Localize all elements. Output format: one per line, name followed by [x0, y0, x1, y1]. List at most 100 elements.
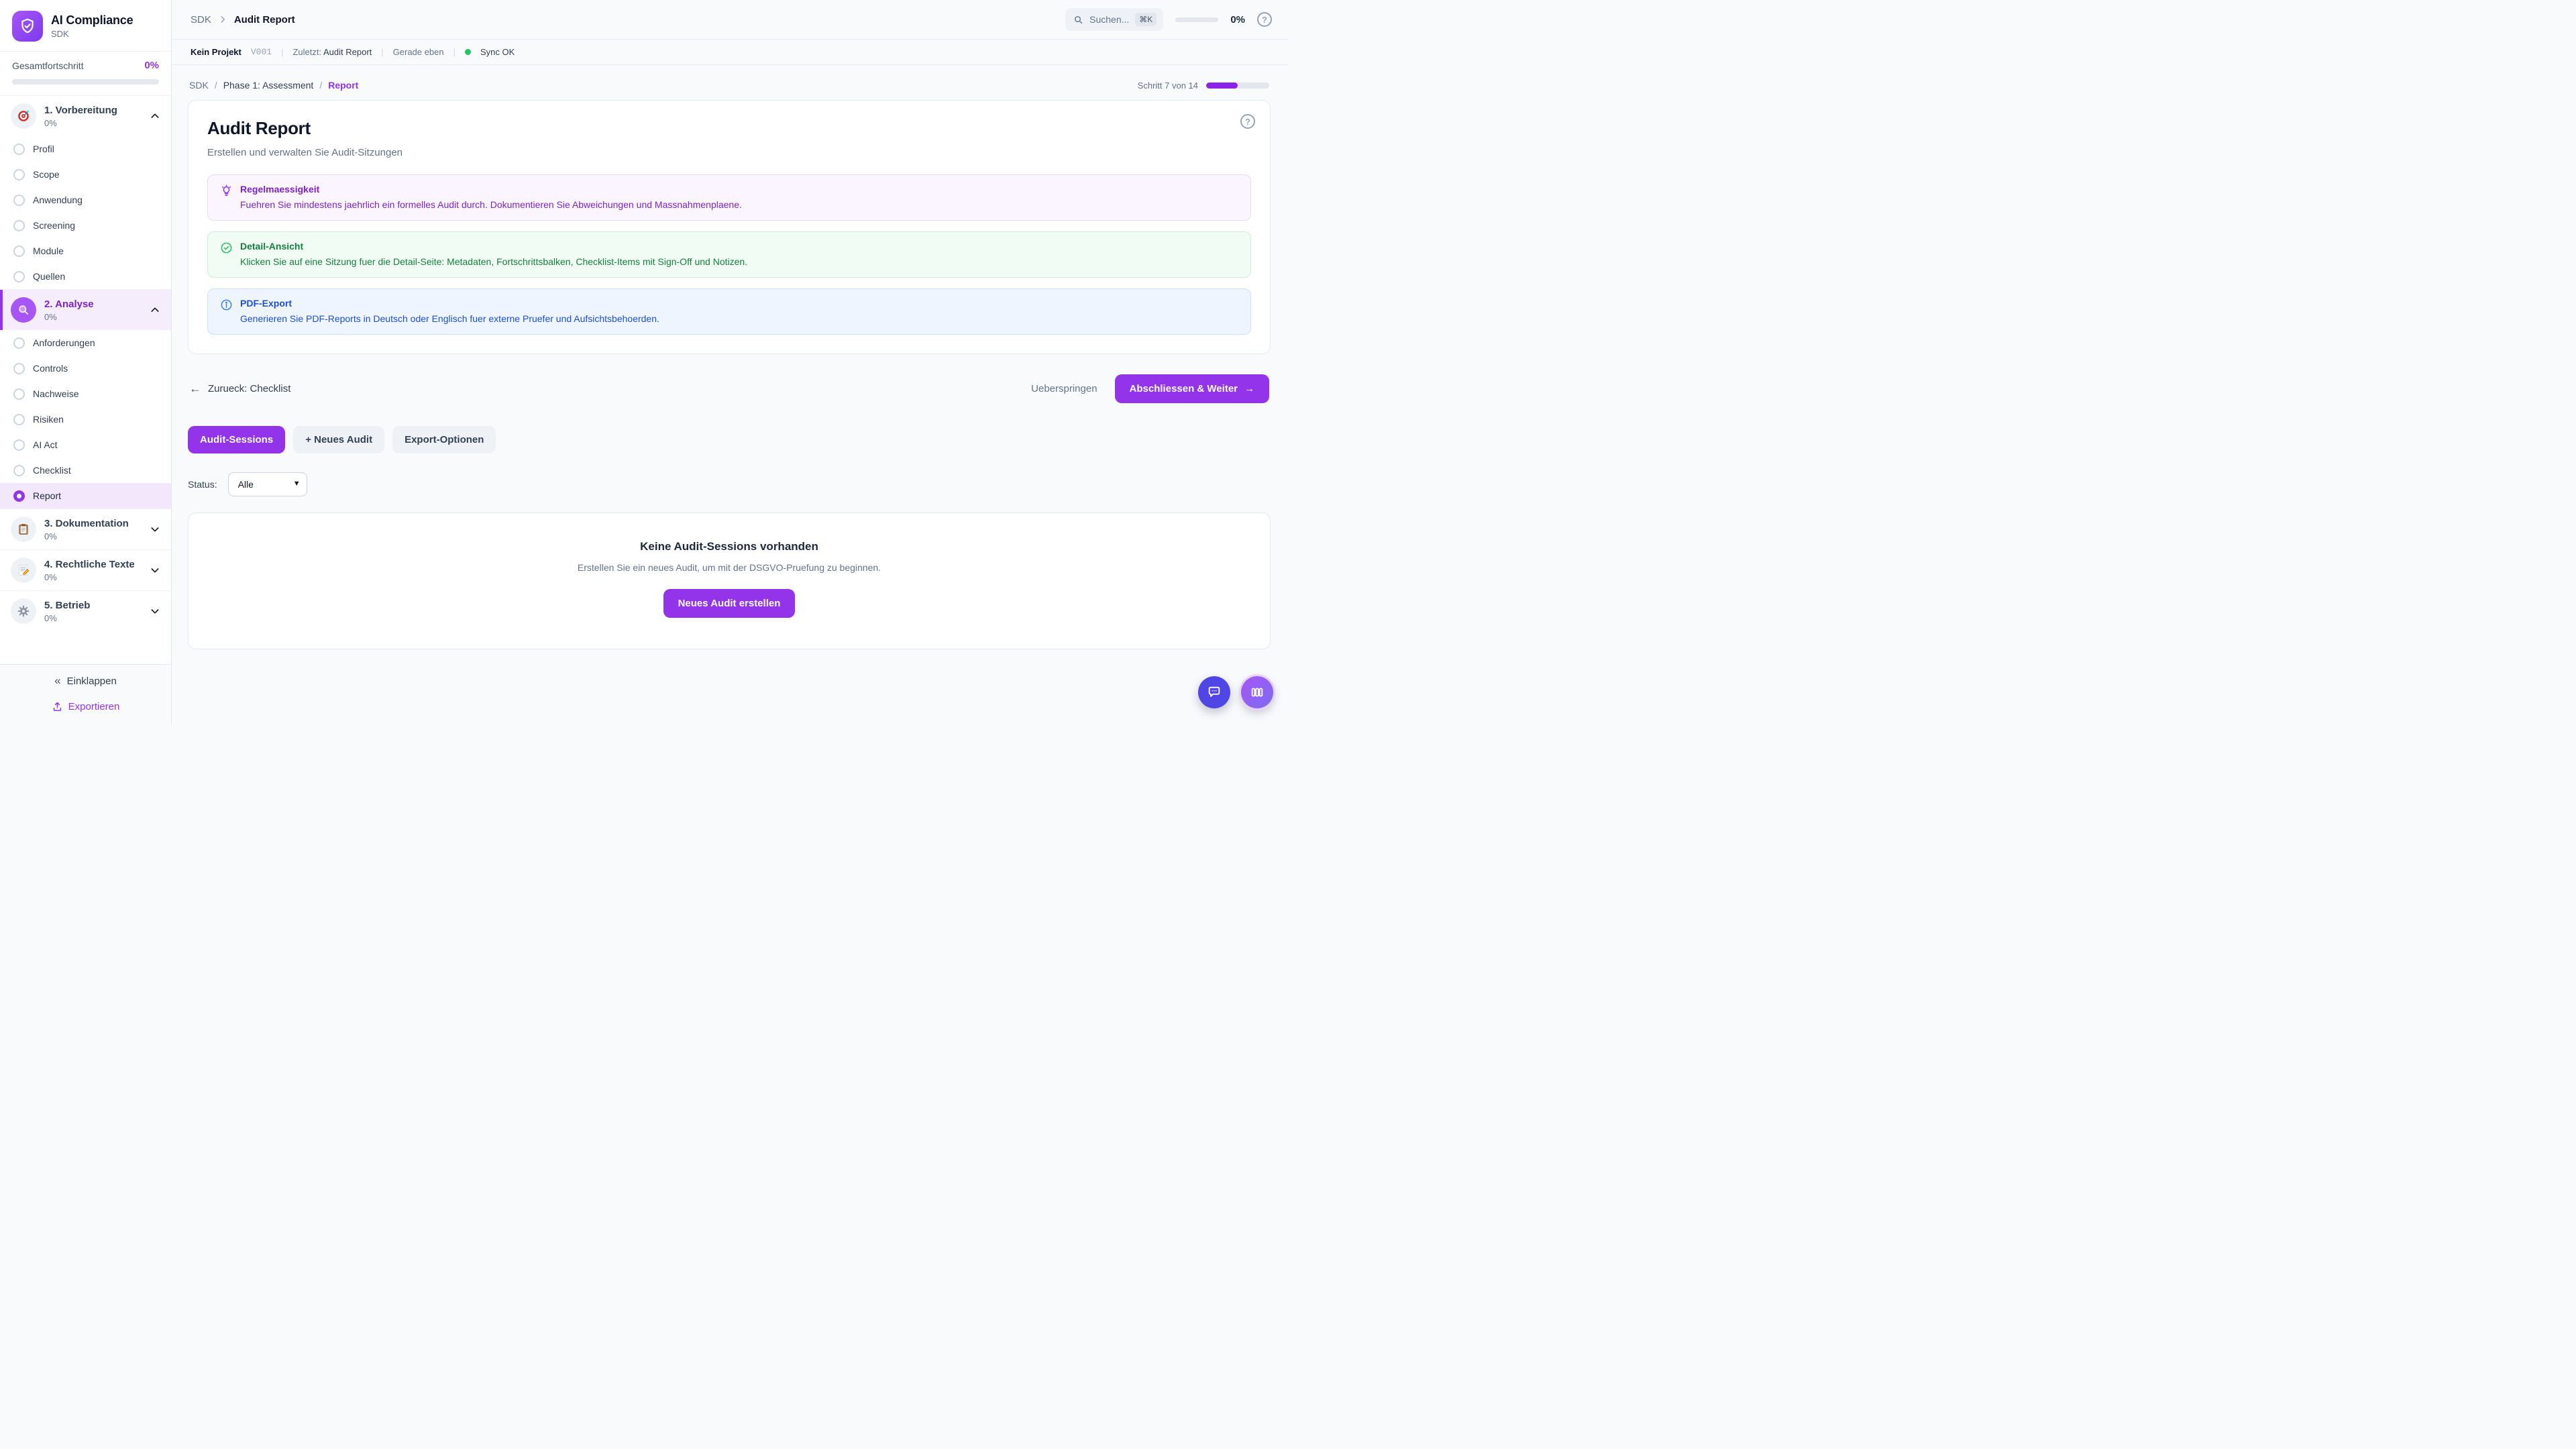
- export-button[interactable]: Exportieren: [0, 701, 171, 712]
- sidebar-item-label: Anforderungen: [33, 337, 95, 348]
- tip-title: PDF-Export: [240, 298, 659, 309]
- help-icon[interactable]: ?: [1257, 12, 1272, 27]
- sidebar-item-label: Module: [33, 246, 64, 256]
- phase-percent: 0%: [44, 118, 142, 128]
- tab-audit-sessions[interactable]: Audit-Sessions: [188, 426, 285, 453]
- panels-fab-button[interactable]: [1241, 676, 1273, 708]
- page-breadcrumb: SDK / Phase 1: Assessment / Report: [189, 80, 358, 91]
- topbar-breadcrumb: SDK Audit Report: [191, 14, 295, 25]
- page-subtitle: Erstellen und verwalten Sie Audit-Sitzun…: [207, 147, 1251, 158]
- phase-betrieb: 5. Betrieb 0%: [0, 590, 171, 631]
- sidebar-item-risiken[interactable]: Risiken: [0, 407, 171, 432]
- sidebar-nav: 1. Vorbereitung 0% Profil Scope Anwendun…: [0, 95, 171, 664]
- magnifier-icon: [11, 297, 36, 323]
- tip-text: Fuehren Sie mindestens jaehrlich ein for…: [240, 199, 742, 210]
- phase-header-betrieb[interactable]: 5. Betrieb 0%: [0, 591, 171, 631]
- step-label: Schritt 7 von 14: [1138, 80, 1198, 91]
- phase-header-dokumentation[interactable]: 3. Dokumentation 0%: [0, 509, 171, 549]
- sidebar-item-label: Quellen: [33, 271, 65, 282]
- memo-icon: [11, 557, 36, 583]
- sidebar-item-anwendung[interactable]: Anwendung: [0, 187, 171, 213]
- check-circle-icon: [220, 241, 233, 267]
- sidebar-item-label: AI Act: [33, 439, 58, 450]
- phase-header-analyse[interactable]: 2. Analyse 0%: [0, 290, 171, 330]
- chevron-up-icon: [150, 305, 160, 315]
- topbar-progress-bar: [1175, 17, 1218, 22]
- search-input[interactable]: Suchen... ⌘K: [1065, 8, 1163, 31]
- collapse-sidebar-button[interactable]: « Einklappen: [54, 674, 117, 688]
- status-filter: Status: Alle ▼: [188, 472, 1271, 496]
- topbar: SDK Audit Report Suchen... ⌘K 0% ?: [172, 0, 1288, 40]
- phase-rechtliche-texte: 4. Rechtliche Texte 0%: [0, 549, 171, 590]
- phase-dokumentation: 3. Dokumentation 0%: [0, 508, 171, 549]
- create-audit-label: Neues Audit erstellen: [678, 598, 781, 609]
- tip-pdf-export: PDF-Export Generieren Sie PDF-Reports in…: [207, 288, 1251, 335]
- arrow-left-icon: ←: [189, 382, 201, 396]
- radio-icon: [13, 388, 25, 400]
- tip-text: Generieren Sie PDF-Reports in Deutsch od…: [240, 313, 659, 324]
- version-badge: V001: [251, 47, 272, 57]
- breadcrumb-phase[interactable]: Phase 1: Assessment: [223, 80, 314, 91]
- radio-icon: [13, 220, 25, 231]
- overall-progress-percent: 0%: [144, 60, 159, 71]
- tab-export-optionen[interactable]: Export-Optionen: [392, 426, 496, 453]
- tip-title: Detail-Ansicht: [240, 241, 747, 252]
- create-audit-button[interactable]: Neues Audit erstellen: [663, 589, 796, 618]
- sidebar-item-anforderungen[interactable]: Anforderungen: [0, 330, 171, 356]
- breadcrumb-report: Report: [328, 80, 358, 91]
- sidebar-item-checklist[interactable]: Checklist: [0, 458, 171, 483]
- empty-state-panel: Keine Audit-Sessions vorhanden Erstellen…: [188, 513, 1271, 649]
- sidebar-item-profil[interactable]: Profil: [0, 136, 171, 162]
- sidebar-item-controls[interactable]: Controls: [0, 356, 171, 381]
- radio-icon: [13, 439, 25, 451]
- skip-button[interactable]: Ueberspringen: [1031, 383, 1097, 394]
- audit-report-card: ? Audit Report Erstellen und verwalten S…: [188, 100, 1271, 354]
- phase-header-vorbereitung[interactable]: 1. Vorbereitung 0%: [0, 96, 171, 136]
- sidebar-item-ai-act[interactable]: AI Act: [0, 432, 171, 458]
- phase-title: 2. Analyse: [44, 299, 94, 310]
- divider: |: [453, 47, 455, 57]
- radio-icon: [13, 169, 25, 180]
- card-help-icon[interactable]: ?: [1240, 114, 1255, 129]
- sidebar-item-label: Controls: [33, 363, 68, 374]
- status-bar: Kein Projekt V001 | Zuletzt: Audit Repor…: [172, 40, 1288, 65]
- chevron-right-icon: [218, 15, 227, 24]
- sidebar-item-scope[interactable]: Scope: [0, 162, 171, 187]
- status-filter-select[interactable]: Alle: [228, 472, 307, 496]
- sidebar-item-module[interactable]: Module: [0, 238, 171, 264]
- radio-icon: [13, 363, 25, 374]
- search-shortcut-badge: ⌘K: [1135, 13, 1157, 26]
- shield-check-icon: [19, 17, 36, 35]
- target-icon: [11, 103, 36, 129]
- chat-fab-button[interactable]: [1198, 676, 1230, 708]
- app-header: AI Compliance SDK: [0, 0, 171, 51]
- arrow-right-icon: →: [1244, 383, 1254, 394]
- breadcrumb-sdk[interactable]: SDK: [189, 80, 209, 91]
- app-title: AI Compliance: [51, 13, 133, 28]
- sidebar-item-quellen[interactable]: Quellen: [0, 264, 171, 289]
- last-saved-time: Gerade eben: [393, 47, 444, 57]
- sidebar-item-nachweise[interactable]: Nachweise: [0, 381, 171, 407]
- chat-bubble-icon: [1207, 685, 1222, 700]
- sidebar-item-screening[interactable]: Screening: [0, 213, 171, 238]
- tab-neues-audit[interactable]: + Neues Audit: [293, 426, 384, 453]
- phase-title: 3. Dokumentation: [44, 518, 129, 529]
- step-progress: Schritt 7 von 14: [1138, 80, 1269, 91]
- app-logo: [12, 11, 43, 42]
- breadcrumb-root[interactable]: SDK: [191, 14, 211, 25]
- back-button[interactable]: ← Zurueck: Checklist: [189, 382, 290, 396]
- sidebar-item-label: Checklist: [33, 465, 71, 476]
- radio-checked-icon: [13, 490, 25, 502]
- floating-buttons: [1198, 676, 1273, 708]
- sidebar-item-report[interactable]: Report: [0, 483, 171, 508]
- finish-continue-button[interactable]: Abschliessen & Weiter →: [1115, 374, 1269, 403]
- wizard-nav: ← Zurueck: Checklist Ueberspringen Absch…: [188, 374, 1271, 403]
- radio-icon: [13, 246, 25, 257]
- phase-header-rechtliche-texte[interactable]: 4. Rechtliche Texte 0%: [0, 550, 171, 590]
- empty-state-text: Erstellen Sie ein neues Audit, um mit de…: [202, 562, 1256, 573]
- last-label: Zuletzt:: [292, 47, 321, 57]
- sidebar-item-label: Scope: [33, 169, 60, 180]
- sync-status-label: Sync OK: [480, 47, 515, 57]
- chevron-down-icon: [150, 524, 160, 535]
- divider: |: [281, 47, 283, 57]
